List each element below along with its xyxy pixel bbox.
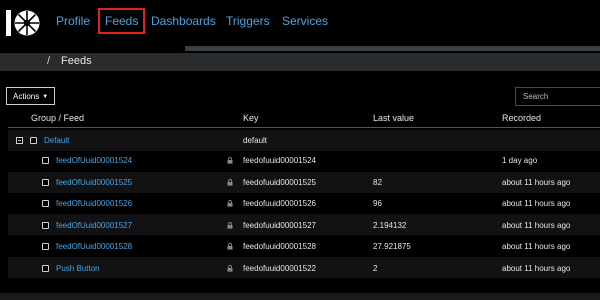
lock-icon	[227, 179, 233, 186]
row-checkbox[interactable]	[42, 222, 49, 229]
lock-icon	[227, 200, 233, 207]
actions-label: Actions	[13, 92, 40, 102]
io-logo[interactable]	[6, 7, 42, 39]
feed-last-value: 27.921875	[373, 242, 411, 251]
feed-key: feedofuuid00001524	[243, 156, 316, 165]
header-last-value[interactable]: Last value	[373, 113, 414, 123]
feed-recorded: about 11 hours ago	[502, 178, 571, 187]
nav-dashboards[interactable]: Dashboards	[151, 14, 216, 28]
feed-key: feedofuuid00001526	[243, 199, 316, 208]
group-checkbox[interactable]	[30, 137, 37, 144]
feed-key: feedofuuid00001525	[243, 178, 316, 187]
feed-name[interactable]: feedOfUuid00001525	[56, 178, 132, 187]
row-checkbox[interactable]	[42, 157, 49, 164]
lock-icon	[227, 243, 233, 250]
header-divider	[8, 127, 600, 128]
nav-profile[interactable]: Profile	[56, 14, 90, 28]
header-key[interactable]: Key	[243, 113, 259, 123]
nav-divider	[185, 46, 600, 51]
feed-last-value: 96	[373, 199, 382, 208]
lock-icon	[227, 222, 233, 229]
feed-recorded: 1 day ago	[502, 156, 538, 165]
group-key: default	[243, 136, 268, 145]
footer-bar	[0, 293, 600, 300]
header-group-feed[interactable]: Group / Feed	[31, 113, 84, 123]
feed-name[interactable]: feedOfUuid00001527	[56, 221, 132, 230]
header-recorded[interactable]: Recorded	[502, 113, 541, 123]
feed-last-value: 2.194132	[373, 221, 407, 230]
feed-key: feedofuuid00001527	[243, 221, 316, 230]
lock-icon	[227, 157, 233, 164]
feed-last-value: 82	[373, 178, 382, 187]
group-name[interactable]: Default	[44, 136, 69, 145]
breadcrumb-current: Feeds	[61, 55, 92, 67]
top-nav: Profile Feeds Dashboards Triggers Servic…	[0, 0, 600, 46]
row-checkbox[interactable]	[42, 265, 49, 272]
feed-name[interactable]: feedOfUuid00001526	[56, 199, 132, 208]
actions-button[interactable]: Actions ▼	[6, 87, 56, 105]
nav-triggers[interactable]: Triggers	[226, 14, 270, 28]
feed-recorded: about 11 hours ago	[502, 242, 571, 251]
search-input[interactable]	[515, 87, 600, 106]
feed-key: feedofuuid00001522	[243, 264, 316, 273]
feed-recorded: about 11 hours ago	[502, 264, 571, 273]
caret-down-icon: ▼	[42, 94, 49, 100]
breadcrumb: / Feeds	[0, 53, 600, 71]
nav-services[interactable]: Services	[282, 14, 328, 28]
collapse-group-icon[interactable]	[16, 137, 23, 144]
feed-key: feedofuuid00001528	[243, 242, 316, 251]
nav-feeds[interactable]: Feeds	[97, 8, 146, 34]
feed-name[interactable]: Push Button	[56, 264, 100, 273]
row-checkbox[interactable]	[42, 200, 49, 207]
feed-recorded: about 11 hours ago	[502, 221, 571, 230]
lock-icon	[227, 265, 233, 272]
group-row-bg	[8, 130, 600, 151]
feed-name[interactable]: feedOfUuid00001528	[56, 242, 132, 251]
feed-last-value: 2	[373, 264, 378, 273]
feed-name[interactable]: feedOfUuid00001524	[56, 156, 132, 165]
row-checkbox[interactable]	[42, 179, 49, 186]
breadcrumb-separator: /	[47, 55, 51, 67]
row-checkbox[interactable]	[42, 243, 49, 250]
feed-recorded: about 11 hours ago	[502, 199, 571, 208]
